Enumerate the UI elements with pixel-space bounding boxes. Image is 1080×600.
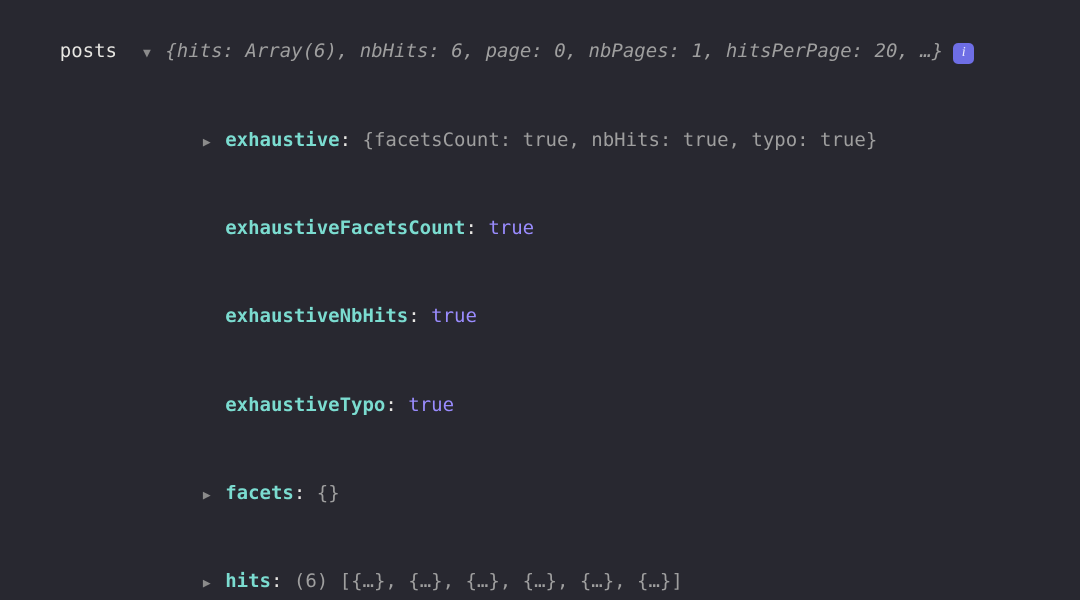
prop-row-hits[interactable]: ▶ hits: (6) [{…}, {…}, {…}, {…}, {…}, {…… [14,538,1066,600]
prop-preview: [{…}, {…}, {…}, {…}, {…}, {…}] [340,570,683,592]
prop-row-exhaustive-facets-count[interactable]: exhaustiveFacetsCount: true [14,185,1066,273]
prop-key: facets [225,482,294,504]
info-icon[interactable]: i [953,43,974,64]
prop-key: exhaustiveFacetsCount [225,217,465,239]
hits-count-prefix: (6) [294,570,340,592]
chevron-right-icon[interactable]: ▶ [200,486,214,506]
prop-preview: {facetsCount: true, nbHits: true, typo: … [363,129,878,151]
prop-value: true [408,394,454,416]
prop-key: exhaustiveTypo [225,394,385,416]
log-root-row[interactable]: posts ▼ {hits: Array(6), nbHits: 6, page… [14,8,1066,96]
prop-preview: {} [317,482,340,504]
chevron-right-icon[interactable]: ▶ [200,133,214,153]
prop-row-exhaustive-typo[interactable]: exhaustiveTypo: true [14,361,1066,449]
root-preview: {hits: Array(6), nbHits: 6, page: 0, nbP… [165,40,943,62]
prop-row-exhaustive-nb-hits[interactable]: exhaustiveNbHits: true [14,273,1066,361]
prop-key: exhaustive [225,129,339,151]
variable-name: posts [60,40,117,62]
prop-row-facets[interactable]: ▶ facets: {} [14,450,1066,538]
prop-key: hits [225,570,271,592]
chevron-right-icon[interactable]: ▶ [200,574,214,594]
chevron-down-icon[interactable]: ▼ [140,44,154,64]
prop-value: true [488,217,534,239]
prop-value: true [431,305,477,327]
prop-key: exhaustiveNbHits [225,305,408,327]
prop-row-exhaustive[interactable]: ▶ exhaustive: {facetsCount: true, nbHits… [14,96,1066,184]
console-output: posts ▼ {hits: Array(6), nbHits: 6, page… [0,0,1080,600]
